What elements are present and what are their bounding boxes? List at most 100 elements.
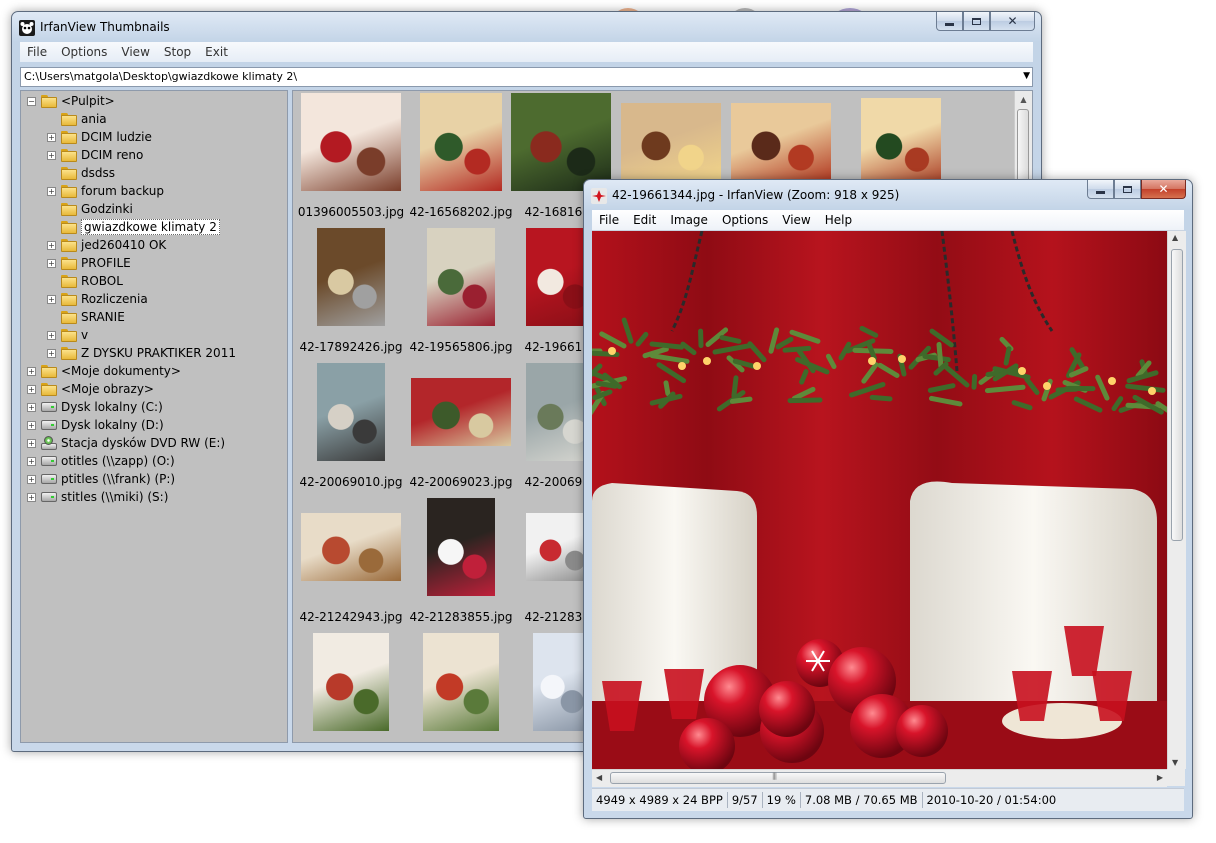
candle-light — [678, 362, 686, 370]
menu-image[interactable]: Image — [663, 213, 715, 227]
minimize-button[interactable] — [936, 12, 963, 31]
expand-icon[interactable]: + — [47, 348, 56, 358]
viewer-horizontal-scrollbar[interactable]: ◀ ||| ▶ — [592, 769, 1167, 787]
tree-item[interactable]: + forum backup — [47, 182, 164, 200]
folder-tree[interactable]: − <Pulpit> ania + DCIM ludzie + DCIM reno dsdss… — [20, 90, 288, 743]
thumbnail-item[interactable]: 42-20069010.jpg — [299, 363, 403, 493]
tree-item[interactable]: dsdss — [47, 164, 115, 182]
menu-file[interactable]: File — [592, 213, 626, 227]
thumbnail-image — [427, 498, 495, 596]
tree-item[interactable]: gwiazdkowe klimaty 2 — [47, 218, 220, 236]
viewer-vertical-scrollbar[interactable]: ▲ ▼ — [1167, 231, 1186, 769]
maximize-button[interactable] — [1114, 180, 1141, 199]
scroll-up-icon[interactable]: ▲ — [1015, 91, 1032, 108]
expand-icon[interactable]: + — [27, 474, 36, 484]
thumbnail-item[interactable]: 01396005503.jpg — [298, 93, 404, 223]
expand-icon[interactable]: + — [27, 438, 36, 448]
thumbnail-item[interactable]: 85651093.jpg — [301, 633, 401, 742]
garland-branch — [922, 353, 951, 363]
expand-icon[interactable]: + — [47, 294, 56, 304]
tree-item[interactable]: ROBOL — [47, 272, 123, 290]
vertical-scrollbar-thumb[interactable] — [1171, 249, 1183, 541]
expand-icon[interactable]: + — [47, 132, 56, 142]
tree-item[interactable]: − <Pulpit> — [27, 92, 115, 110]
menu-stop[interactable]: Stop — [157, 45, 198, 59]
image-canvas[interactable] — [592, 231, 1167, 769]
expand-icon[interactable]: + — [27, 384, 36, 394]
menu-view[interactable]: View — [775, 213, 817, 227]
tree-item[interactable]: + DCIM reno — [47, 146, 143, 164]
tree-item[interactable]: SRANIE — [47, 308, 125, 326]
thumbnail-image — [861, 98, 941, 186]
tree-item[interactable]: + Rozliczenia — [47, 290, 148, 308]
folder-icon — [61, 184, 77, 198]
tree-item[interactable]: + <Moje dokumenty> — [27, 362, 181, 380]
tree-item[interactable]: + DCIM ludzie — [47, 128, 152, 146]
folder-icon — [61, 256, 77, 270]
horizontal-scrollbar-thumb[interactable] — [610, 772, 946, 784]
expand-icon[interactable]: + — [27, 420, 36, 430]
tree-item[interactable]: + stitles (\\miki) (S:) — [27, 488, 168, 506]
expand-icon[interactable]: + — [47, 240, 56, 250]
status-filesize: 7.08 MB / 70.65 MB — [801, 792, 923, 808]
scroll-down-icon[interactable]: ▼ — [1172, 758, 1178, 767]
menu-help[interactable]: Help — [818, 213, 859, 227]
expand-icon[interactable]: + — [47, 258, 56, 268]
menu-file[interactable]: File — [20, 45, 54, 59]
tree-item[interactable]: + Dysk lokalny (D:) — [27, 416, 164, 434]
menu-options[interactable]: Options — [715, 213, 775, 227]
tree-item[interactable]: + ptitles (\\frank) (P:) — [27, 470, 175, 488]
tree-item[interactable]: + Z DYSKU PRAKTIKER 2011 — [47, 344, 236, 362]
tree-item[interactable]: + Dysk lokalny (C:) — [27, 398, 163, 416]
scroll-up-icon[interactable]: ▲ — [1172, 233, 1178, 242]
scroll-left-icon[interactable]: ◀ — [596, 773, 602, 782]
tree-item[interactable]: + otitles (\\zapp) (O:) — [27, 452, 175, 470]
menu-options[interactable]: Options — [54, 45, 114, 59]
tree-item-label: DCIM reno — [81, 148, 144, 162]
expand-icon[interactable]: + — [27, 492, 36, 502]
maximize-button[interactable] — [963, 12, 990, 31]
tree-item[interactable]: + PROFILE — [47, 254, 131, 272]
window-title: IrfanView Thumbnails — [40, 20, 170, 34]
thumbnail-image — [411, 378, 511, 446]
folder-icon — [61, 148, 77, 162]
tree-item[interactable]: + v — [47, 326, 88, 344]
thumbnail-item[interactable]: 42-21283855.jpg — [409, 498, 513, 628]
thumbnail-item[interactable]: 85651177.jpg — [411, 633, 511, 742]
tree-item-label: ROBOL — [81, 274, 123, 288]
thumbnail-item[interactable]: 42-20069023.jpg — [409, 363, 513, 493]
menu-view[interactable]: View — [114, 45, 156, 59]
thumbnail-item[interactable]: 42-16568202.jpg — [409, 93, 513, 223]
dropdown-arrow-icon[interactable]: ▼ — [1023, 71, 1030, 81]
expand-icon[interactable]: + — [47, 150, 56, 160]
thumbnail-item[interactable]: 42-21242943.jpg — [299, 498, 403, 628]
tree-item[interactable]: + Stacja dysków DVD RW (E:) — [27, 434, 225, 452]
viewer-menubar: File Edit Image Options View Help — [592, 210, 1184, 231]
expand-icon[interactable]: + — [27, 366, 36, 376]
thumbnail-image — [313, 633, 389, 731]
thumbnails-titlebar[interactable]: IrfanView Thumbnails ✕ — [12, 12, 1041, 42]
tree-item[interactable]: + <Moje obrazy> — [27, 380, 154, 398]
scroll-right-icon[interactable]: ▶ — [1157, 773, 1163, 782]
garland-branch — [936, 341, 944, 369]
tree-item[interactable]: Godzinki — [47, 200, 133, 218]
expand-icon[interactable]: + — [47, 330, 56, 340]
thumbnail-image — [511, 93, 611, 191]
menu-exit[interactable]: Exit — [198, 45, 235, 59]
menu-edit[interactable]: Edit — [626, 213, 663, 227]
close-button[interactable]: ✕ — [1141, 180, 1186, 199]
tree-item-label: Dysk lokalny (C:) — [61, 400, 163, 414]
minimize-button[interactable] — [1087, 180, 1114, 199]
expand-icon[interactable]: + — [47, 186, 56, 196]
close-button[interactable]: ✕ — [990, 12, 1035, 31]
expand-icon[interactable]: + — [27, 402, 36, 412]
path-combobox[interactable]: C:\Users\matgola\Desktop\gwiazdkowe klim… — [20, 67, 1033, 87]
thumbnail-item[interactable]: 42-17892426.jpg — [299, 228, 403, 358]
tree-item[interactable]: ania — [47, 110, 107, 128]
thumbnail-item[interactable]: 42-19565806.jpg — [409, 228, 513, 358]
collapse-icon[interactable]: − — [27, 96, 36, 106]
thumbnail-image — [731, 103, 831, 181]
viewer-titlebar[interactable]: 42-19661344.jpg - IrfanView (Zoom: 918 x… — [584, 180, 1192, 210]
tree-item[interactable]: + jed260410 OK — [47, 236, 166, 254]
expand-icon[interactable]: + — [27, 456, 36, 466]
